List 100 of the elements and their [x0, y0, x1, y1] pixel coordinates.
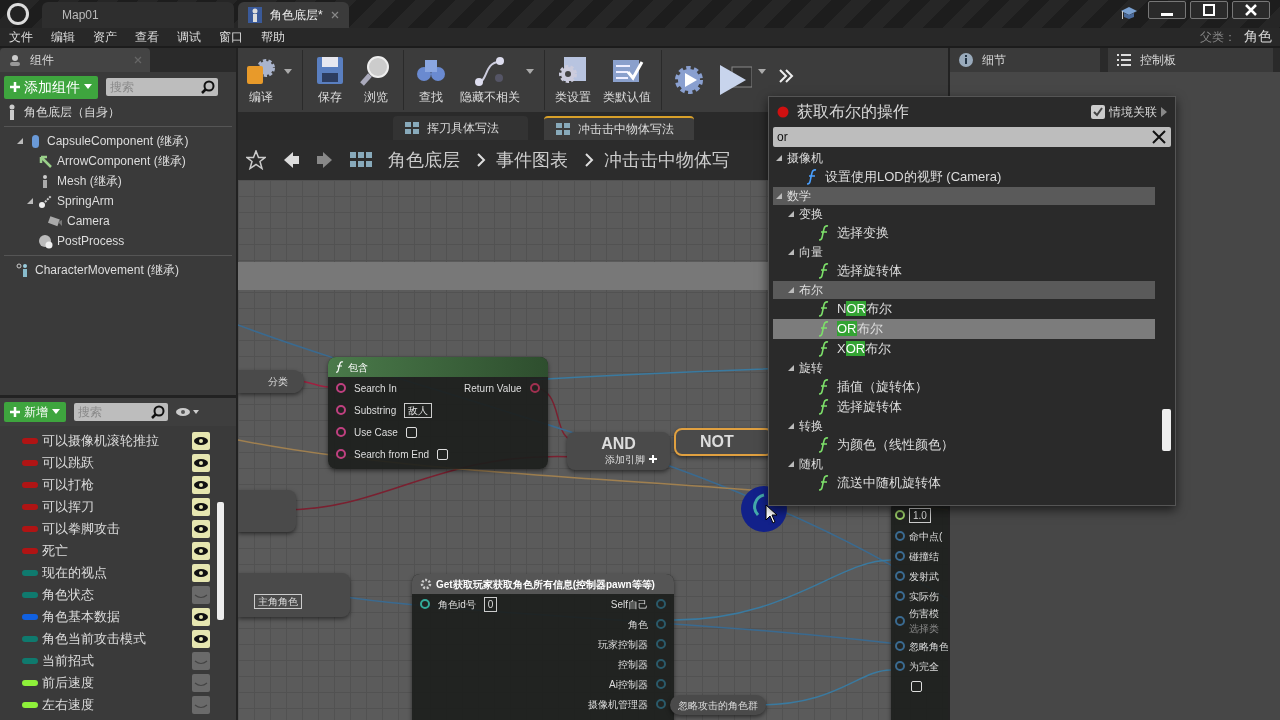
checkbox-label[interactable]: 情境关联	[1109, 103, 1157, 121]
graph-node[interactable]	[238, 490, 296, 532]
checkbox[interactable]	[911, 680, 922, 692]
eye-icon[interactable]	[192, 542, 210, 560]
expander-arrow-icon[interactable]	[775, 192, 783, 200]
breadcrumb-link[interactable]: 事件图表	[496, 146, 568, 174]
category-label[interactable]: 布尔	[799, 281, 823, 299]
dropdown-caret-icon[interactable]	[526, 68, 534, 74]
component-item[interactable]: ArrowComponent (继承)	[57, 152, 186, 170]
text-input[interactable]: 1.0	[909, 507, 931, 523]
category-label[interactable]: 向量	[799, 243, 823, 261]
component-item[interactable]: 角色底层（自身）	[24, 103, 120, 121]
variable-item[interactable]: 可以打枪	[42, 475, 94, 495]
macro-node[interactable]: Get获取玩家获取角色所有信息(控制器pawn等等) 角色id号 0 Self自己 角色 玩家控制器 控制器 Ai控制器 摄像机管理器	[412, 574, 674, 720]
expander-arrow-icon[interactable]	[16, 137, 24, 145]
overflow-chevron-icon[interactable]	[778, 68, 794, 84]
dropdown-caret-icon[interactable]	[758, 68, 766, 74]
action-item[interactable]: 选择旋转体	[837, 397, 902, 417]
variable-item[interactable]: 死亡	[42, 541, 68, 561]
component-item[interactable]: Camera	[67, 212, 110, 230]
expander-arrow-icon[interactable]	[26, 197, 34, 205]
action-item[interactable]: 设置使用LOD的视野 (Camera)	[825, 167, 1002, 187]
category-label[interactable]: 变换	[799, 205, 823, 223]
category-label[interactable]: 摄像机	[787, 149, 823, 167]
clear-icon[interactable]	[1152, 130, 1166, 144]
add-pin-label[interactable]: 添加引脚	[604, 451, 645, 467]
search-icon[interactable]	[151, 405, 165, 419]
eye-icon[interactable]	[192, 520, 210, 538]
component-item[interactable]: SpringArm	[57, 192, 114, 210]
checkbox[interactable]	[1091, 105, 1105, 119]
search-field[interactable]: or	[773, 127, 1171, 147]
menu-item[interactable]: 调试	[168, 28, 210, 46]
variable-item[interactable]: 可以挥刀	[42, 497, 94, 517]
menu-item[interactable]: 帮助	[252, 28, 294, 46]
component-item[interactable]: CharacterMovement (继承)	[35, 261, 180, 279]
eye-icon[interactable]	[192, 630, 210, 648]
variable-item[interactable]: 可以拳脚攻击	[42, 519, 120, 539]
forward-arrow-icon[interactable]	[316, 151, 334, 169]
component-item[interactable]: Mesh (继承)	[57, 172, 122, 190]
toolbar-button[interactable]: 保存	[307, 48, 353, 112]
pin-icon[interactable]	[895, 510, 905, 520]
toolbar-button[interactable]: 编译	[238, 48, 284, 112]
expander-arrow-icon[interactable]	[787, 248, 795, 256]
expander-arrow-icon[interactable]	[775, 154, 783, 162]
expander-arrow-icon[interactable]	[787, 460, 795, 468]
category-label[interactable]: 转换	[799, 417, 823, 435]
action-item[interactable]: 选择旋转体	[837, 261, 902, 281]
plus-icon[interactable]	[648, 455, 657, 463]
component-item[interactable]: CapsuleComponent (继承)	[47, 132, 189, 150]
variable-item[interactable]: 角色基本数据	[42, 607, 120, 627]
menu-item[interactable]: 文件	[0, 28, 42, 46]
restore-button[interactable]	[1190, 1, 1228, 19]
action-item[interactable]: 插值（旋转体）	[837, 377, 928, 397]
variable-item[interactable]: 左右速度	[42, 695, 94, 715]
toolbar-button[interactable]: 类默认值	[597, 48, 657, 112]
checkbox[interactable]	[405, 426, 417, 438]
toolbar-button[interactable]: 查找	[408, 48, 454, 112]
search-icon[interactable]	[201, 80, 215, 94]
eye-icon[interactable]	[192, 608, 210, 626]
panel-tab[interactable]: 组件	[0, 48, 150, 72]
graduation-cap-icon[interactable]	[1120, 5, 1138, 21]
eye-icon[interactable]	[192, 498, 210, 516]
variable-node[interactable]: 分类	[238, 370, 304, 393]
expander-arrow-icon[interactable]	[787, 286, 795, 294]
eye-icon[interactable]	[192, 454, 210, 472]
expand-arrow-icon[interactable]	[1161, 107, 1167, 117]
star-icon[interactable]	[246, 150, 266, 170]
variable-item[interactable]: 角色当前攻击模式	[42, 629, 146, 649]
variable-item[interactable]: 角色状态	[42, 585, 94, 605]
variable-node[interactable]: 忽略攻击的角色群	[670, 695, 766, 715]
action-item[interactable]: NOR布尔	[837, 299, 892, 319]
variable-item[interactable]: 可以摄像机滚轮推拉	[42, 431, 159, 451]
action-item[interactable]: 为颜色（线性颜色）	[837, 435, 954, 455]
scrollbar-thumb[interactable]	[217, 502, 224, 620]
panel-tab[interactable]: 细节	[950, 48, 1100, 72]
scrollbar-thumb[interactable]	[1162, 409, 1171, 451]
variable-item[interactable]: 当前招式	[42, 651, 94, 671]
breadcrumb-link[interactable]: 冲击击中物体写	[604, 146, 730, 174]
category-label[interactable]: 数学	[787, 187, 811, 205]
toolbar-button[interactable]: 类设置	[549, 48, 597, 112]
variable-item[interactable]: 现在的视点	[42, 563, 107, 583]
graph-node[interactable]: 主角角色	[238, 573, 350, 617]
expander-arrow-icon[interactable]	[787, 210, 795, 218]
graph-tab[interactable]: 冲击击中物体写法	[544, 116, 694, 140]
text-input[interactable]: 敌人	[404, 402, 433, 418]
component-item[interactable]: PostProcess	[57, 232, 125, 250]
toolbar-button[interactable]: 隐藏不相关	[454, 48, 526, 112]
variable-item[interactable]: 可以跳跃	[42, 453, 94, 473]
document-tab[interactable]: Map01	[42, 2, 234, 28]
toolbar-button[interactable]: 浏览	[353, 48, 399, 112]
text-input[interactable]: 主角角色	[254, 594, 302, 609]
checkbox[interactable]	[437, 448, 449, 460]
close-button[interactable]	[1232, 1, 1270, 19]
text-input[interactable]: 0	[483, 596, 498, 612]
close-icon[interactable]	[330, 11, 339, 19]
category-label[interactable]: 旋转	[799, 359, 823, 377]
menu-item[interactable]: 窗口	[210, 28, 252, 46]
graph-tab[interactable]: 挥刀具体写法	[393, 116, 528, 140]
breadcrumb-link[interactable]: 角色底层	[388, 146, 460, 174]
expander-arrow-icon[interactable]	[787, 364, 795, 372]
